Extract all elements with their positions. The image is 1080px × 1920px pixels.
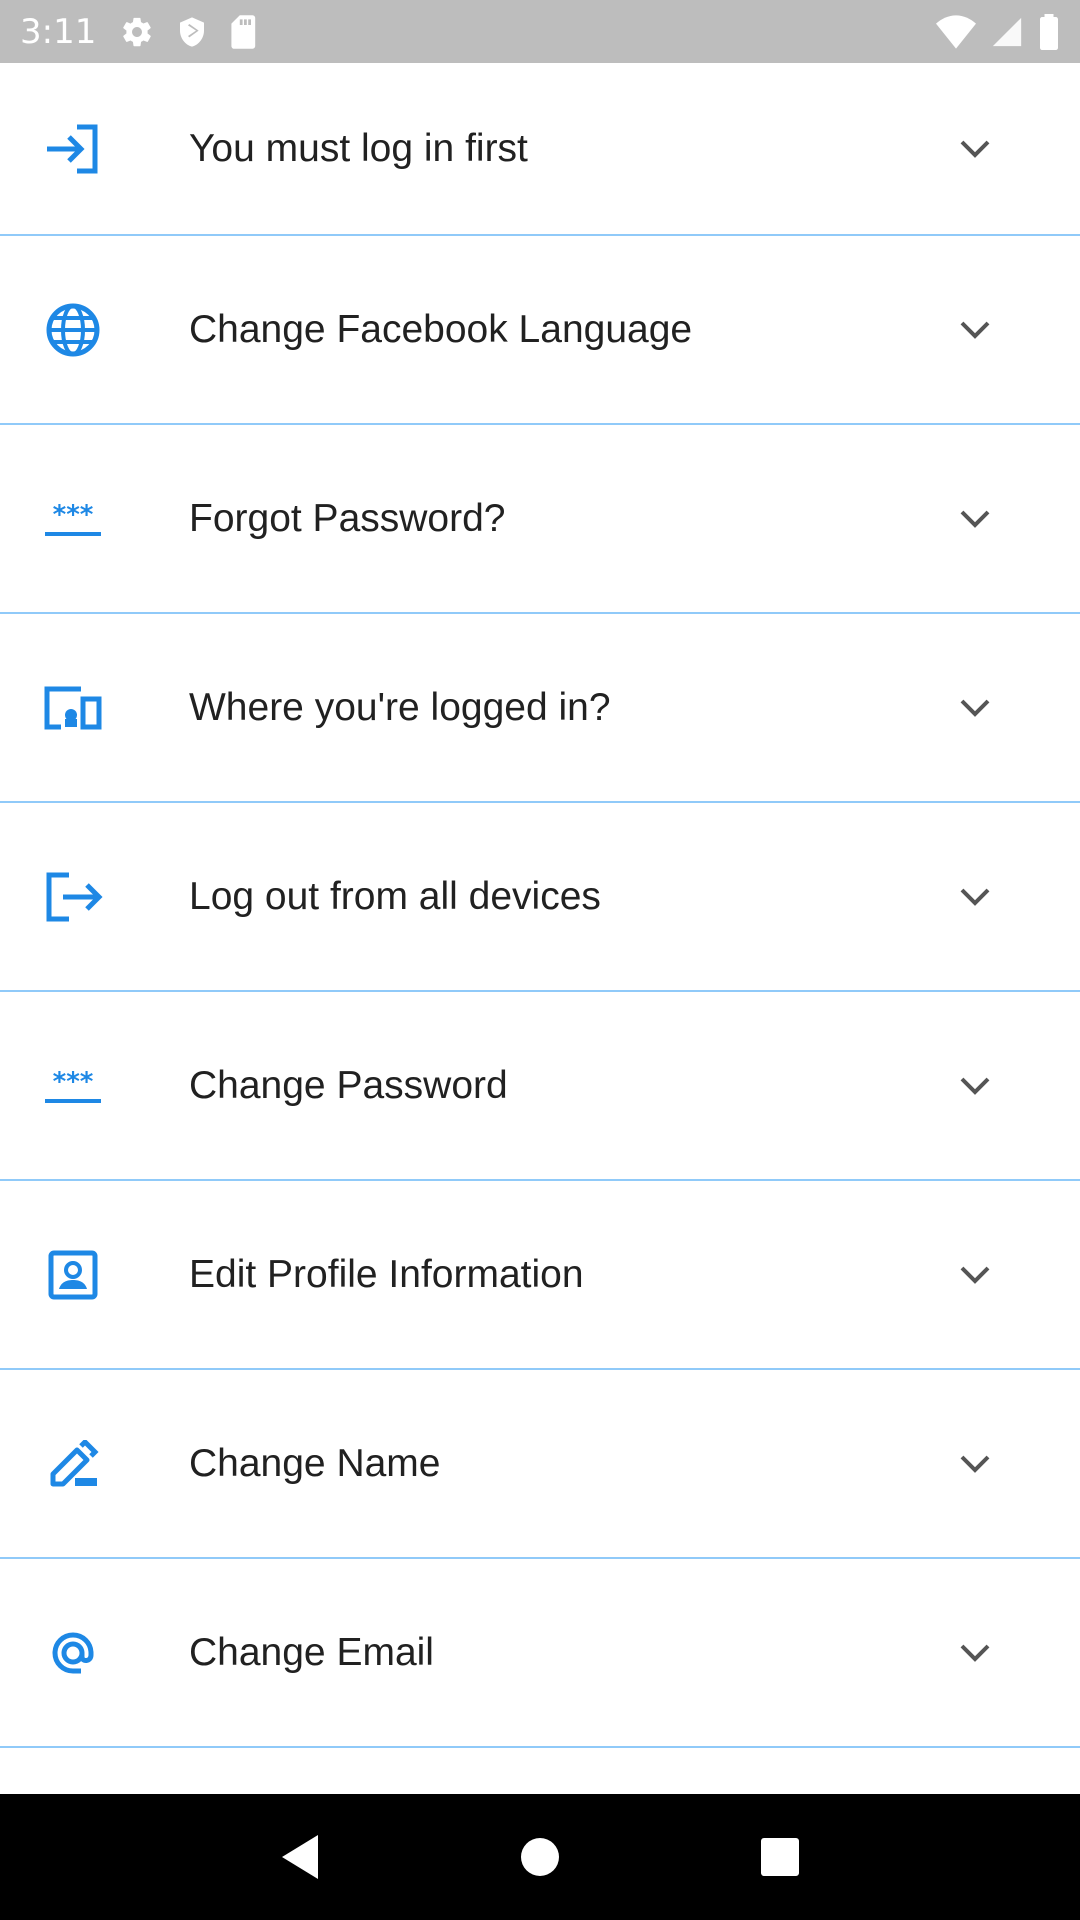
chevron-down-icon[interactable] (955, 1255, 995, 1295)
status-bar: 3:11 (0, 0, 1080, 63)
svg-text:***: *** (53, 500, 94, 530)
battery-icon (1038, 13, 1060, 50)
list-item-where-logged-in[interactable]: Where you're logged in? (0, 614, 1080, 803)
list-item-label: Change Password (189, 1063, 508, 1107)
password-icon: *** (40, 1053, 106, 1119)
devices-icon (40, 675, 106, 741)
chevron-down-icon[interactable] (955, 499, 995, 539)
list-item-change-name[interactable]: Change Name (0, 1370, 1080, 1559)
list-item-change-password[interactable]: *** Change Password (0, 992, 1080, 1181)
list-item-label: Change Email (189, 1630, 434, 1674)
svg-text:***: *** (53, 1067, 94, 1097)
status-time: 3:11 (20, 11, 97, 52)
list-item-label: Where you're logged in? (189, 685, 611, 729)
contact-icon (40, 1242, 106, 1308)
login-icon (40, 116, 106, 182)
list-item-forgot-password[interactable]: *** Forgot Password? (0, 425, 1080, 614)
sd-card-icon (230, 14, 258, 49)
list-item-label: Log out from all devices (189, 874, 601, 918)
list-item-label: You must log in first (189, 126, 528, 170)
list-item-label: Forgot Password? (189, 496, 506, 540)
list-item-edit-profile[interactable]: Edit Profile Information (0, 1181, 1080, 1370)
chevron-down-icon[interactable] (955, 688, 995, 728)
globe-icon (40, 297, 106, 363)
chevron-down-icon[interactable] (955, 877, 995, 917)
home-icon[interactable] (500, 1817, 580, 1897)
list-item-log-out-all[interactable]: Log out from all devices (0, 803, 1080, 992)
wifi-icon (936, 14, 976, 49)
chevron-down-icon[interactable] (955, 129, 995, 169)
list-item-change-email[interactable]: Change Email (0, 1559, 1080, 1748)
password-icon: *** (40, 486, 106, 552)
navigation-bar (0, 1794, 1080, 1920)
list-item-label: Change Name (189, 1441, 441, 1485)
recents-icon[interactable] (740, 1817, 820, 1897)
shield-icon (176, 15, 208, 49)
settings-list: You must log in first Change Facebook La… (0, 63, 1080, 1748)
list-item-log-in[interactable]: You must log in first (0, 63, 1080, 236)
logout-icon (40, 864, 106, 930)
list-item-label: Edit Profile Information (189, 1252, 584, 1296)
back-icon[interactable] (260, 1817, 340, 1897)
chevron-down-icon[interactable] (955, 1444, 995, 1484)
list-item-change-language[interactable]: Change Facebook Language (0, 236, 1080, 425)
chevron-down-icon[interactable] (955, 1633, 995, 1673)
list-item-label: Change Facebook Language (189, 307, 693, 351)
at-icon (40, 1620, 106, 1686)
chevron-down-icon[interactable] (955, 310, 995, 350)
chevron-down-icon[interactable] (955, 1066, 995, 1106)
gear-icon (120, 15, 154, 49)
edit-icon (40, 1431, 106, 1497)
signal-icon (990, 15, 1024, 49)
